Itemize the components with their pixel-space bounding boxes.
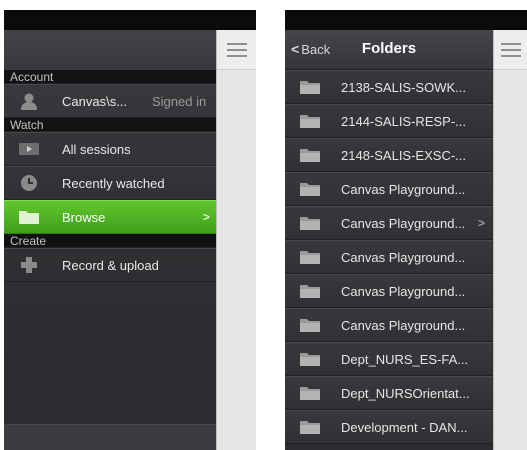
folder-name: Development - DAN... xyxy=(341,420,468,435)
folder-row[interactable]: Canvas Playground... xyxy=(285,274,493,308)
folder-icon xyxy=(18,208,40,226)
folder-name: Canvas Playground... xyxy=(341,318,466,333)
folder-row[interactable]: Canvas Playground... xyxy=(285,172,493,206)
right-screen: < Back Folders 2138-SALIS-SOWK... 2144-SAL… xyxy=(285,10,527,450)
person-icon xyxy=(18,92,40,110)
menu-item-browse[interactable]: Browse > xyxy=(4,200,216,234)
content-peek-strip[interactable] xyxy=(216,30,256,450)
menu-item-label: Record & upload xyxy=(62,257,159,273)
folder-row[interactable]: 2138-SALIS-SOWK... xyxy=(285,70,493,104)
folder-row[interactable]: Canvas Playground... xyxy=(285,240,493,274)
folder-row[interactable]: 2144-SALIS-RESP-... xyxy=(285,104,493,138)
side-strip[interactable] xyxy=(493,30,527,450)
menu-item-label: All sessions xyxy=(62,141,131,157)
navigation-drawer: Account Canvas\s... Signed in Watch All … xyxy=(4,30,216,450)
folder-icon xyxy=(299,386,321,401)
folder-icon xyxy=(299,318,321,333)
folder-icon xyxy=(299,284,321,299)
section-header-create: Create xyxy=(4,234,216,248)
menu-icon[interactable] xyxy=(501,43,521,57)
folder-icon xyxy=(299,114,321,129)
plus-icon xyxy=(18,256,40,274)
folder-icon xyxy=(299,216,321,231)
folder-row[interactable]: 2148-SALIS-EXSC-... xyxy=(285,138,493,172)
page-title: Folders xyxy=(361,40,417,57)
menu-item-label: Recently watched xyxy=(62,175,165,191)
folder-icon xyxy=(299,352,321,367)
clock-icon xyxy=(18,174,40,192)
chevron-right-icon: > xyxy=(477,216,485,230)
strip-header xyxy=(217,30,256,70)
folder-name: Canvas Playground... xyxy=(341,182,466,197)
account-name: Canvas\s... xyxy=(62,93,128,109)
folder-name: Canvas Playground... xyxy=(341,216,466,231)
chevron-right-icon: > xyxy=(202,210,210,224)
folder-row[interactable]: Canvas Playground... > xyxy=(285,206,493,240)
left-screen: Account Canvas\s... Signed in Watch All … xyxy=(4,10,256,450)
signed-in-status: Signed in xyxy=(152,93,207,109)
status-bar xyxy=(4,10,256,30)
menu-item-record-upload[interactable]: Record & upload xyxy=(4,248,216,282)
folder-name: Dept_NURS_ES-FA... xyxy=(341,352,469,367)
folder-name: 2148-SALIS-EXSC-... xyxy=(341,148,466,163)
section-header-account: Account xyxy=(4,70,216,84)
account-row[interactable]: Canvas\s... Signed in xyxy=(4,84,216,118)
folder-icon xyxy=(299,80,321,95)
section-header-watch: Watch xyxy=(4,118,216,132)
folder-row[interactable]: Canvas Playground... xyxy=(285,308,493,342)
folder-name: Canvas Playground... xyxy=(341,284,466,299)
folder-icon xyxy=(299,250,321,265)
folder-name: Canvas Playground... xyxy=(341,250,466,265)
folder-icon xyxy=(299,148,321,163)
folder-name: 2138-SALIS-SOWK... xyxy=(341,80,466,95)
folder-icon xyxy=(299,182,321,197)
drawer-header xyxy=(4,30,216,70)
menu-item-label: Browse xyxy=(62,209,106,225)
folder-row[interactable]: Dept_NURS_ES-FA... xyxy=(285,342,493,376)
drawer-footer xyxy=(4,424,216,450)
video-icon xyxy=(18,140,40,158)
status-bar xyxy=(285,10,527,30)
folder-name: 2144-SALIS-RESP-... xyxy=(341,114,466,129)
strip-header xyxy=(494,30,527,70)
folder-icon xyxy=(299,420,321,435)
menu-item-all-sessions[interactable]: All sessions xyxy=(4,132,216,166)
navigation-bar: < Back Folders xyxy=(285,30,493,70)
folder-name: Dept_NURSOrientat... xyxy=(341,386,470,401)
menu-item-recently-watched[interactable]: Recently watched xyxy=(4,166,216,200)
menu-icon[interactable] xyxy=(227,43,247,57)
folder-list: 2138-SALIS-SOWK... 2144-SALIS-RESP-... 214… xyxy=(285,70,493,450)
folder-row[interactable]: Development - DAN... xyxy=(285,410,493,444)
folder-row[interactable]: Dept_NURSOrientat... xyxy=(285,376,493,410)
